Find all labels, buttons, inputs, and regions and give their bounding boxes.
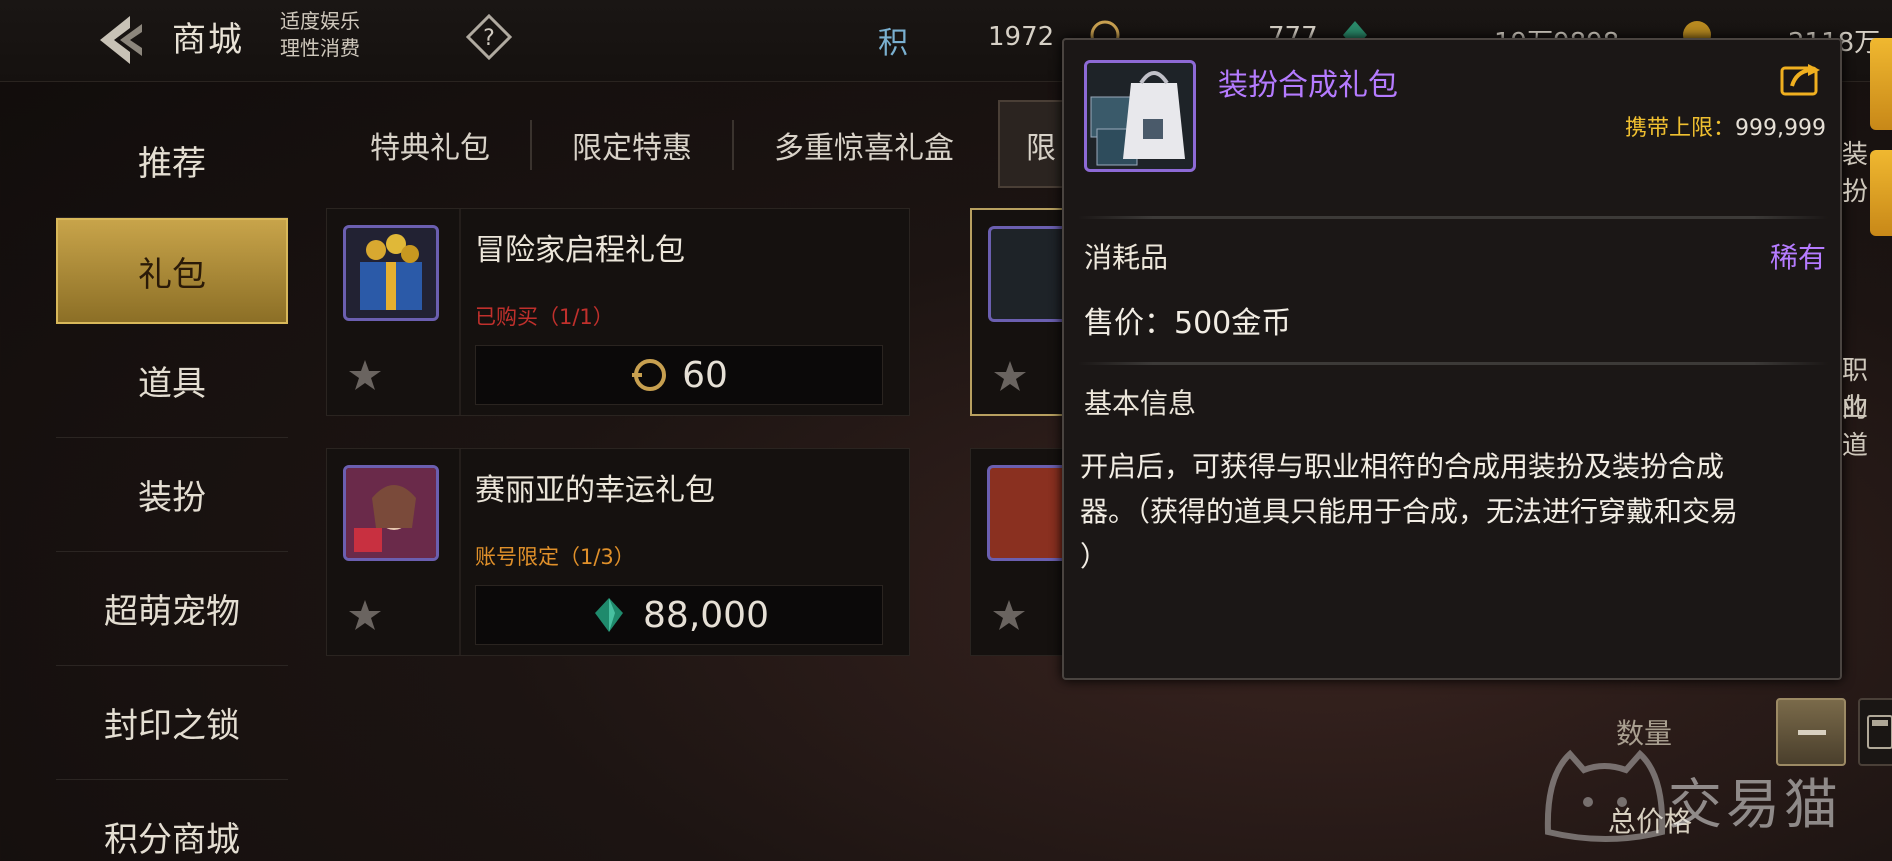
item-tooltip: 装扮合成礼包 携带上限：999,999 消耗品 稀有 售价：500金币 基本信息… bbox=[1062, 38, 1842, 680]
tooltip-divider bbox=[1078, 216, 1828, 219]
side-action-tab[interactable] bbox=[1870, 38, 1892, 130]
share-icon[interactable] bbox=[1780, 60, 1822, 96]
character-portrait-icon bbox=[346, 468, 436, 558]
tab-special-pack[interactable]: 特典礼包 bbox=[330, 120, 532, 170]
favorite-star-icon[interactable] bbox=[347, 597, 383, 633]
price-button[interactable]: 88,000 bbox=[475, 585, 883, 645]
slogan-line-2: 理性消费 bbox=[280, 36, 360, 60]
gift-box-icon bbox=[360, 234, 422, 310]
tooltip-thumbnail bbox=[1084, 60, 1196, 172]
product-thumbnail bbox=[343, 465, 439, 561]
item-price: 售价：500金币 bbox=[1084, 306, 1292, 341]
carry-limit-value: 999,999 bbox=[1735, 116, 1826, 141]
gem-icon bbox=[595, 598, 624, 632]
section-heading: 基本信息 bbox=[1084, 387, 1197, 420]
slogan-line-1: 适度娱乐 bbox=[280, 9, 360, 33]
avatar-bag-icon bbox=[1090, 71, 1185, 166]
tab-surprise-box[interactable]: 多重惊喜礼盒 bbox=[734, 120, 974, 170]
price-button[interactable]: 60 bbox=[475, 345, 883, 405]
description-line: 器。（获得的道具只能用于合成，无法进行穿戴和交易 bbox=[1080, 495, 1739, 528]
purchase-limit: 已购买（1/1） bbox=[475, 305, 614, 329]
tab-limited-offer[interactable]: 限定特惠 bbox=[532, 120, 734, 170]
category-sidebar: 推荐 礼包 道具 装扮 超萌宠物 封印之锁 积分商城 bbox=[56, 104, 288, 861]
product-thumbnail bbox=[343, 225, 439, 321]
item-rarity: 稀有 bbox=[1769, 241, 1826, 274]
points-value: 1972 bbox=[988, 22, 1055, 52]
product-thumbnail bbox=[987, 465, 1063, 561]
description-line: 开启后，可获得与职业相符的合成用装扮及装扮合成 bbox=[1080, 450, 1725, 483]
sidebar-item-recommend[interactable]: 推荐 bbox=[56, 104, 288, 218]
carry-limit-label: 携带上限： bbox=[1625, 116, 1736, 141]
watermark-text: 交易猫 bbox=[1668, 773, 1842, 836]
right-edge-text: 装扮 bbox=[1842, 140, 1869, 207]
page-title: 商城 bbox=[172, 20, 244, 60]
favorite-star-icon[interactable] bbox=[992, 358, 1028, 394]
price-value: 88,000 bbox=[643, 594, 769, 636]
item-type: 消耗品 bbox=[1084, 241, 1169, 274]
item-description: 开启后，可获得与职业相符的合成用装扮及装扮合成 器。（获得的道具只能用于合成，无… bbox=[1080, 444, 1820, 579]
product-card[interactable]: 赛丽亚的幸运礼包 账号限定（1/3） 88,000 bbox=[326, 448, 910, 656]
product-card-selected[interactable] bbox=[970, 208, 1066, 416]
sidebar-item-seal-lock[interactable]: 封印之锁 bbox=[56, 666, 288, 780]
sidebar-item-avatar[interactable]: 装扮 bbox=[56, 438, 288, 552]
purchase-limit: 账号限定（1/3） bbox=[475, 545, 635, 569]
sidebar-item-gift-pack[interactable]: 礼包 bbox=[56, 218, 288, 324]
card-divider bbox=[459, 449, 461, 655]
subcategory-tabs: 特典礼包 限定特惠 多重惊喜礼盒 限 bbox=[330, 100, 1096, 190]
favorite-star-icon[interactable] bbox=[991, 597, 1027, 633]
points-label: 积 bbox=[878, 26, 908, 61]
tooltip-divider bbox=[1078, 362, 1828, 365]
product-name: 冒险家启程礼包 bbox=[475, 233, 685, 268]
svg-text:?: ? bbox=[483, 26, 495, 51]
sidebar-item-pets[interactable]: 超萌宠物 bbox=[56, 552, 288, 666]
tooltip-item-name: 装扮合成礼包 bbox=[1218, 68, 1398, 103]
product-name: 赛丽亚的幸运礼包 bbox=[475, 473, 715, 508]
sidebar-item-items[interactable]: 道具 bbox=[56, 324, 288, 438]
price-value: 60 bbox=[682, 354, 728, 396]
description-line: ） bbox=[1080, 540, 1109, 573]
carry-limit: 携带上限：999,999 bbox=[1625, 110, 1826, 142]
help-icon[interactable]: ? bbox=[466, 14, 512, 60]
sidebar-item-points-shop[interactable]: 积分商城 bbox=[56, 780, 288, 861]
coin-c-icon bbox=[632, 359, 667, 391]
favorite-star-icon[interactable] bbox=[347, 357, 383, 393]
slogan: 适度娱乐 理性消费 bbox=[280, 8, 360, 62]
right-edge-text: 的道 bbox=[1842, 394, 1869, 461]
product-card[interactable] bbox=[970, 448, 1066, 656]
card-divider bbox=[459, 209, 461, 415]
product-thumbnail bbox=[988, 226, 1064, 322]
back-arrow-icon[interactable] bbox=[92, 10, 156, 70]
product-card[interactable]: 冒险家启程礼包 已购买（1/1） 60 bbox=[326, 208, 910, 416]
